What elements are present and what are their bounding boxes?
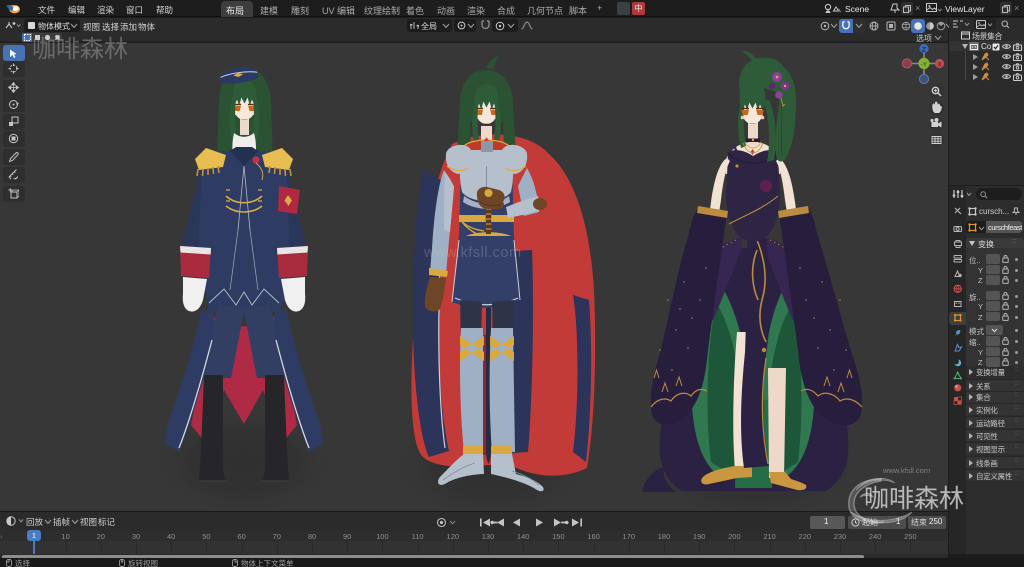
svg-text:Z: Z [922, 47, 926, 54]
svg-text:-Y: -Y [921, 63, 927, 69]
svg-text:X: X [937, 62, 942, 69]
